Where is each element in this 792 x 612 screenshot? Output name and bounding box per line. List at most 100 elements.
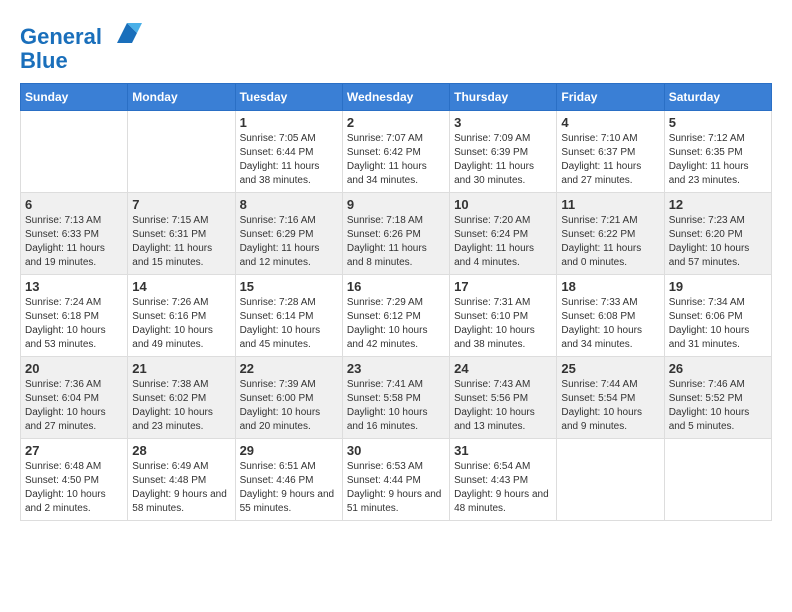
calendar-cell: 6 Sunrise: 7:13 AM Sunset: 6:33 PM Daylig… [21,193,128,275]
day-number: 9 [347,197,445,212]
calendar-cell: 17Sunrise: 7:31 AM Sunset: 6:10 PM Dayli… [450,275,557,357]
day-number: 5 [669,115,767,130]
day-info: Sunrise: 7:28 AM Sunset: 6:14 PM Dayligh… [240,296,338,352]
day-number: 14 [132,279,230,294]
week-row: 13 Sunrise: 7:24 AM Sunset: 6:18 PM Dayli… [21,275,772,357]
calendar-cell: 2 Sunrise: 7:07 AM Sunset: 6:42 PM Daylig… [342,111,449,193]
day-info: Sunrise: 7:05 AM Sunset: 6:44 PM Dayligh… [240,132,338,188]
day-info: Sunrise: 7:43 AM Sunset: 5:56 PM Dayligh… [454,378,552,434]
calendar-cell: 30 Sunrise: 6:53 AM Sunset: 4:44 PM Dayli… [342,439,449,521]
day-number: 6 [25,197,123,212]
day-info: Sunrise: 7:44 AM Sunset: 5:54 PM Dayligh… [561,378,659,434]
calendar-cell: 12 Sunrise: 7:23 AM Sunset: 6:20 PM Dayli… [664,193,771,275]
day-number: 3 [454,115,552,130]
day-info: Sunrise: 7:41 AM Sunset: 5:58 PM Dayligh… [347,378,445,434]
day-info: Sunrise: 7:39 AM Sunset: 6:00 PM Dayligh… [240,378,338,434]
calendar-cell: 26 Sunrise: 7:46 AM Sunset: 5:52 PM Dayli… [664,357,771,439]
calendar-cell [21,111,128,193]
calendar-cell: 19 Sunrise: 7:34 AM Sunset: 6:06 PM Dayli… [664,275,771,357]
calendar-cell: 20 Sunrise: 7:36 AM Sunset: 6:04 PM Dayli… [21,357,128,439]
day-number: 12 [669,197,767,212]
day-info: Sunrise: 7:09 AM Sunset: 6:39 PM Dayligh… [454,132,552,188]
week-row: 20 Sunrise: 7:36 AM Sunset: 6:04 PM Dayli… [21,357,772,439]
day-number: 10 [454,197,552,212]
day-info: Sunrise: 7:29 AM Sunset: 6:12 PM Dayligh… [347,296,445,352]
calendar-cell: 29Sunrise: 6:51 AM Sunset: 4:46 PM Dayli… [235,439,342,521]
day-number: 23 [347,361,445,376]
day-number: 25 [561,361,659,376]
calendar-cell: 27Sunrise: 6:48 AM Sunset: 4:50 PM Dayli… [21,439,128,521]
calendar-cell: 13 Sunrise: 7:24 AM Sunset: 6:18 PM Dayli… [21,275,128,357]
week-row: 1 Sunrise: 7:05 AM Sunset: 6:44 PM Daylig… [21,111,772,193]
calendar-cell: 3 Sunrise: 7:09 AM Sunset: 6:39 PM Daylig… [450,111,557,193]
day-info: Sunrise: 7:20 AM Sunset: 6:24 PM Dayligh… [454,214,552,270]
calendar-cell: 1 Sunrise: 7:05 AM Sunset: 6:44 PM Daylig… [235,111,342,193]
day-number: 28 [132,443,230,458]
day-of-week-header: Sunday [21,84,128,111]
day-number: 13 [25,279,123,294]
calendar-cell: 8 Sunrise: 7:16 AM Sunset: 6:29 PM Daylig… [235,193,342,275]
logo: General Blue [20,25,142,73]
calendar-cell: 18 Sunrise: 7:33 AM Sunset: 6:08 PM Dayli… [557,275,664,357]
day-of-week-header: Friday [557,84,664,111]
day-info: Sunrise: 7:21 AM Sunset: 6:22 PM Dayligh… [561,214,659,270]
page-header: General Blue [20,20,772,73]
day-info: Sunrise: 7:36 AM Sunset: 6:04 PM Dayligh… [25,378,123,434]
day-of-week-header: Tuesday [235,84,342,111]
day-info: Sunrise: 7:15 AM Sunset: 6:31 PM Dayligh… [132,214,230,270]
day-info: Sunrise: 7:38 AM Sunset: 6:02 PM Dayligh… [132,378,230,434]
day-info: Sunrise: 7:13 AM Sunset: 6:33 PM Dayligh… [25,214,123,270]
calendar-cell: 31Sunrise: 6:54 AM Sunset: 4:43 PM Dayli… [450,439,557,521]
calendar-cell: 28 Sunrise: 6:49 AM Sunset: 4:48 PM Dayli… [128,439,235,521]
day-info: Sunrise: 7:26 AM Sunset: 6:16 PM Dayligh… [132,296,230,352]
calendar-cell: 11 Sunrise: 7:21 AM Sunset: 6:22 PM Dayli… [557,193,664,275]
calendar-cell: 24Sunrise: 7:43 AM Sunset: 5:56 PM Dayli… [450,357,557,439]
calendar-cell [128,111,235,193]
day-info: Sunrise: 7:33 AM Sunset: 6:08 PM Dayligh… [561,296,659,352]
day-number: 4 [561,115,659,130]
calendar-cell: 25 Sunrise: 7:44 AM Sunset: 5:54 PM Dayli… [557,357,664,439]
day-number: 20 [25,361,123,376]
calendar-cell: 4Sunrise: 7:10 AM Sunset: 6:37 PM Daylig… [557,111,664,193]
calendar-header-row: SundayMondayTuesdayWednesdayThursdayFrid… [21,84,772,111]
day-number: 22 [240,361,338,376]
calendar-table: SundayMondayTuesdayWednesdayThursdayFrid… [20,83,772,521]
calendar-cell: 15 Sunrise: 7:28 AM Sunset: 6:14 PM Dayli… [235,275,342,357]
day-number: 15 [240,279,338,294]
week-row: 27Sunrise: 6:48 AM Sunset: 4:50 PM Dayli… [21,439,772,521]
day-number: 16 [347,279,445,294]
day-info: Sunrise: 7:31 AM Sunset: 6:10 PM Dayligh… [454,296,552,352]
day-number: 8 [240,197,338,212]
calendar-cell [557,439,664,521]
day-info: Sunrise: 6:49 AM Sunset: 4:48 PM Dayligh… [132,460,230,516]
day-number: 1 [240,115,338,130]
day-info: Sunrise: 7:34 AM Sunset: 6:06 PM Dayligh… [669,296,767,352]
day-number: 18 [561,279,659,294]
day-number: 11 [561,197,659,212]
calendar-cell: 9Sunrise: 7:18 AM Sunset: 6:26 PM Daylig… [342,193,449,275]
day-of-week-header: Wednesday [342,84,449,111]
day-of-week-header: Monday [128,84,235,111]
day-info: Sunrise: 7:16 AM Sunset: 6:29 PM Dayligh… [240,214,338,270]
day-info: Sunrise: 6:53 AM Sunset: 4:44 PM Dayligh… [347,460,445,516]
calendar-cell: 5Sunrise: 7:12 AM Sunset: 6:35 PM Daylig… [664,111,771,193]
day-info: Sunrise: 6:48 AM Sunset: 4:50 PM Dayligh… [25,460,123,516]
logo-blue-text: Blue [20,49,142,73]
calendar-cell [664,439,771,521]
day-of-week-header: Saturday [664,84,771,111]
day-number: 29 [240,443,338,458]
calendar-cell: 10 Sunrise: 7:20 AM Sunset: 6:24 PM Dayli… [450,193,557,275]
day-number: 26 [669,361,767,376]
calendar-cell: 16 Sunrise: 7:29 AM Sunset: 6:12 PM Dayli… [342,275,449,357]
day-info: Sunrise: 7:23 AM Sunset: 6:20 PM Dayligh… [669,214,767,270]
day-number: 19 [669,279,767,294]
day-number: 21 [132,361,230,376]
day-number: 2 [347,115,445,130]
day-info: Sunrise: 7:46 AM Sunset: 5:52 PM Dayligh… [669,378,767,434]
day-number: 30 [347,443,445,458]
day-info: Sunrise: 7:07 AM Sunset: 6:42 PM Dayligh… [347,132,445,188]
calendar-cell: 14 Sunrise: 7:26 AM Sunset: 6:16 PM Dayli… [128,275,235,357]
week-row: 6 Sunrise: 7:13 AM Sunset: 6:33 PM Daylig… [21,193,772,275]
day-info: Sunrise: 7:24 AM Sunset: 6:18 PM Dayligh… [25,296,123,352]
day-number: 7 [132,197,230,212]
